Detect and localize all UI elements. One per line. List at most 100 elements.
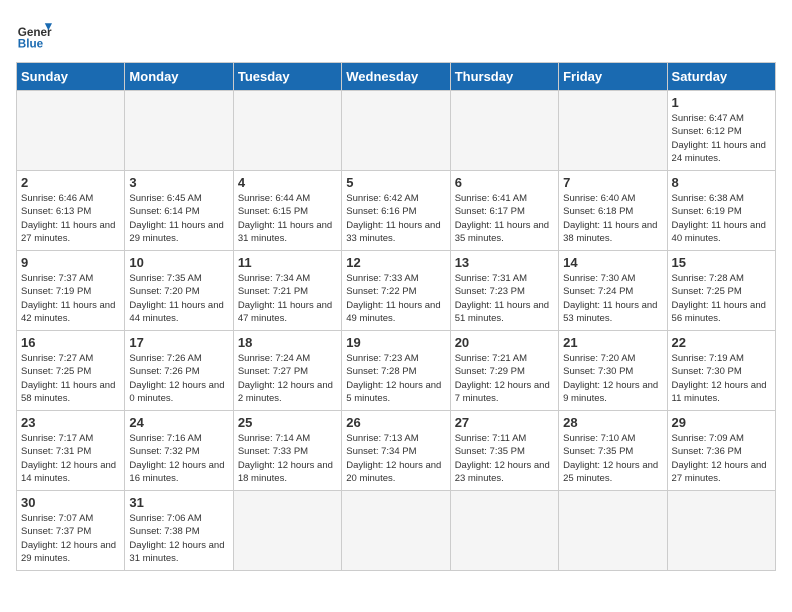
day-cell: 28 Sunrise: 7:10 AM Sunset: 7:35 PM Dayli… bbox=[559, 411, 667, 491]
day-number: 14 bbox=[563, 255, 662, 270]
logo: General Blue bbox=[16, 16, 52, 52]
day-number: 15 bbox=[672, 255, 771, 270]
calendar-table: SundayMondayTuesdayWednesdayThursdayFrid… bbox=[16, 62, 776, 571]
day-info: Sunrise: 7:23 AM Sunset: 7:28 PM Dayligh… bbox=[346, 352, 445, 405]
day-number: 30 bbox=[21, 495, 120, 510]
weekday-header-row: SundayMondayTuesdayWednesdayThursdayFrid… bbox=[17, 63, 776, 91]
day-info: Sunrise: 6:41 AM Sunset: 6:17 PM Dayligh… bbox=[455, 192, 554, 245]
day-number: 27 bbox=[455, 415, 554, 430]
day-info: Sunrise: 7:20 AM Sunset: 7:30 PM Dayligh… bbox=[563, 352, 662, 405]
day-number: 11 bbox=[238, 255, 337, 270]
day-info: Sunrise: 6:44 AM Sunset: 6:15 PM Dayligh… bbox=[238, 192, 337, 245]
day-cell: 1 Sunrise: 6:47 AM Sunset: 6:12 PM Daylig… bbox=[667, 91, 775, 171]
day-number: 31 bbox=[129, 495, 228, 510]
day-number: 1 bbox=[672, 95, 771, 110]
day-cell bbox=[125, 91, 233, 171]
day-info: Sunrise: 6:40 AM Sunset: 6:18 PM Dayligh… bbox=[563, 192, 662, 245]
day-number: 26 bbox=[346, 415, 445, 430]
day-info: Sunrise: 7:21 AM Sunset: 7:29 PM Dayligh… bbox=[455, 352, 554, 405]
day-info: Sunrise: 7:09 AM Sunset: 7:36 PM Dayligh… bbox=[672, 432, 771, 485]
week-row-4: 16 Sunrise: 7:27 AM Sunset: 7:25 PM Dayli… bbox=[17, 331, 776, 411]
week-row-6: 30Sunrise: 7:07 AM Sunset: 7:37 PM Dayli… bbox=[17, 491, 776, 571]
day-number: 20 bbox=[455, 335, 554, 350]
week-row-1: 1 Sunrise: 6:47 AM Sunset: 6:12 PM Daylig… bbox=[17, 91, 776, 171]
day-cell bbox=[342, 91, 450, 171]
day-number: 13 bbox=[455, 255, 554, 270]
day-cell: 22 Sunrise: 7:19 AM Sunset: 7:30 PM Dayli… bbox=[667, 331, 775, 411]
day-number: 21 bbox=[563, 335, 662, 350]
weekday-header-monday: Monday bbox=[125, 63, 233, 91]
day-number: 9 bbox=[21, 255, 120, 270]
day-cell: 2 Sunrise: 6:46 AM Sunset: 6:13 PM Daylig… bbox=[17, 171, 125, 251]
day-number: 22 bbox=[672, 335, 771, 350]
day-cell: 14 Sunrise: 7:30 AM Sunset: 7:24 PM Dayli… bbox=[559, 251, 667, 331]
day-number: 7 bbox=[563, 175, 662, 190]
day-number: 28 bbox=[563, 415, 662, 430]
weekday-header-tuesday: Tuesday bbox=[233, 63, 341, 91]
week-row-5: 23Sunrise: 7:17 AM Sunset: 7:31 PM Dayli… bbox=[17, 411, 776, 491]
weekday-header-saturday: Saturday bbox=[667, 63, 775, 91]
day-cell: 16 Sunrise: 7:27 AM Sunset: 7:25 PM Dayli… bbox=[17, 331, 125, 411]
day-cell: 13 Sunrise: 7:31 AM Sunset: 7:23 PM Dayli… bbox=[450, 251, 558, 331]
day-cell bbox=[450, 91, 558, 171]
logo-icon: General Blue bbox=[16, 16, 52, 52]
day-number: 16 bbox=[21, 335, 120, 350]
day-info: Sunrise: 7:37 AM Sunset: 7:19 PM Dayligh… bbox=[21, 272, 120, 325]
day-number: 23 bbox=[21, 415, 120, 430]
day-info: Sunrise: 7:19 AM Sunset: 7:30 PM Dayligh… bbox=[672, 352, 771, 405]
day-cell: 4Sunrise: 6:44 AM Sunset: 6:15 PM Daylig… bbox=[233, 171, 341, 251]
day-cell: 26 Sunrise: 7:13 AM Sunset: 7:34 PM Dayli… bbox=[342, 411, 450, 491]
day-number: 29 bbox=[672, 415, 771, 430]
day-info: Sunrise: 6:47 AM Sunset: 6:12 PM Dayligh… bbox=[672, 112, 771, 165]
day-info: Sunrise: 6:38 AM Sunset: 6:19 PM Dayligh… bbox=[672, 192, 771, 245]
day-info: Sunrise: 7:24 AM Sunset: 7:27 PM Dayligh… bbox=[238, 352, 337, 405]
svg-text:Blue: Blue bbox=[18, 38, 44, 51]
day-number: 24 bbox=[129, 415, 228, 430]
day-cell: 11Sunrise: 7:34 AM Sunset: 7:21 PM Dayli… bbox=[233, 251, 341, 331]
day-info: Sunrise: 7:11 AM Sunset: 7:35 PM Dayligh… bbox=[455, 432, 554, 485]
day-cell: 29 Sunrise: 7:09 AM Sunset: 7:36 PM Dayli… bbox=[667, 411, 775, 491]
day-number: 2 bbox=[21, 175, 120, 190]
day-number: 12 bbox=[346, 255, 445, 270]
day-number: 8 bbox=[672, 175, 771, 190]
day-info: Sunrise: 7:35 AM Sunset: 7:20 PM Dayligh… bbox=[129, 272, 228, 325]
day-info: Sunrise: 6:42 AM Sunset: 6:16 PM Dayligh… bbox=[346, 192, 445, 245]
day-info: Sunrise: 7:27 AM Sunset: 7:25 PM Dayligh… bbox=[21, 352, 120, 405]
day-cell bbox=[450, 491, 558, 571]
day-cell bbox=[233, 491, 341, 571]
weekday-header-friday: Friday bbox=[559, 63, 667, 91]
day-cell bbox=[17, 91, 125, 171]
day-info: Sunrise: 6:46 AM Sunset: 6:13 PM Dayligh… bbox=[21, 192, 120, 245]
day-cell bbox=[559, 91, 667, 171]
day-info: Sunrise: 7:13 AM Sunset: 7:34 PM Dayligh… bbox=[346, 432, 445, 485]
day-number: 17 bbox=[129, 335, 228, 350]
day-cell: 6 Sunrise: 6:41 AM Sunset: 6:17 PM Daylig… bbox=[450, 171, 558, 251]
day-info: Sunrise: 7:10 AM Sunset: 7:35 PM Dayligh… bbox=[563, 432, 662, 485]
page-header: General Blue bbox=[16, 16, 776, 52]
day-number: 3 bbox=[129, 175, 228, 190]
day-cell: 10 Sunrise: 7:35 AM Sunset: 7:20 PM Dayli… bbox=[125, 251, 233, 331]
day-number: 25 bbox=[238, 415, 337, 430]
day-number: 6 bbox=[455, 175, 554, 190]
day-cell: 18Sunrise: 7:24 AM Sunset: 7:27 PM Dayli… bbox=[233, 331, 341, 411]
day-cell bbox=[667, 491, 775, 571]
day-info: Sunrise: 7:31 AM Sunset: 7:23 PM Dayligh… bbox=[455, 272, 554, 325]
day-cell bbox=[233, 91, 341, 171]
day-info: Sunrise: 6:45 AM Sunset: 6:14 PM Dayligh… bbox=[129, 192, 228, 245]
day-cell: 19Sunrise: 7:23 AM Sunset: 7:28 PM Dayli… bbox=[342, 331, 450, 411]
day-number: 5 bbox=[346, 175, 445, 190]
day-info: Sunrise: 7:26 AM Sunset: 7:26 PM Dayligh… bbox=[129, 352, 228, 405]
day-info: Sunrise: 7:30 AM Sunset: 7:24 PM Dayligh… bbox=[563, 272, 662, 325]
day-cell: 25Sunrise: 7:14 AM Sunset: 7:33 PM Dayli… bbox=[233, 411, 341, 491]
day-number: 10 bbox=[129, 255, 228, 270]
day-cell: 7 Sunrise: 6:40 AM Sunset: 6:18 PM Daylig… bbox=[559, 171, 667, 251]
day-info: Sunrise: 7:16 AM Sunset: 7:32 PM Dayligh… bbox=[129, 432, 228, 485]
day-cell: 15Sunrise: 7:28 AM Sunset: 7:25 PM Dayli… bbox=[667, 251, 775, 331]
day-cell: 23Sunrise: 7:17 AM Sunset: 7:31 PM Dayli… bbox=[17, 411, 125, 491]
day-info: Sunrise: 7:33 AM Sunset: 7:22 PM Dayligh… bbox=[346, 272, 445, 325]
week-row-2: 2 Sunrise: 6:46 AM Sunset: 6:13 PM Daylig… bbox=[17, 171, 776, 251]
day-cell: 8 Sunrise: 6:38 AM Sunset: 6:19 PM Daylig… bbox=[667, 171, 775, 251]
day-cell: 30Sunrise: 7:07 AM Sunset: 7:37 PM Dayli… bbox=[17, 491, 125, 571]
day-cell bbox=[559, 491, 667, 571]
day-cell: 5 Sunrise: 6:42 AM Sunset: 6:16 PM Daylig… bbox=[342, 171, 450, 251]
